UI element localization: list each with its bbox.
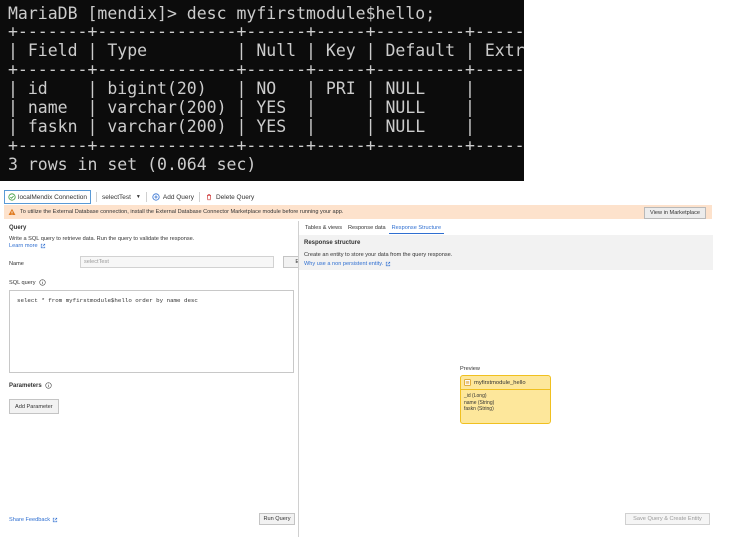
parameters-heading: Parameters (9, 382, 42, 389)
check-circle-icon (8, 193, 16, 201)
terminal-table-border: +-------+--------------+------+-----+---… (8, 136, 524, 155)
terminal-window: MariaDB [mendix]> desc myfirstmodule$hel… (0, 0, 524, 181)
response-tabs: Tables & views Response data Response St… (302, 224, 445, 234)
query-editor-app: localMendix Connection selectTest ▼ Add … (0, 186, 744, 540)
response-structure-description: Create an entity to store your data from… (304, 252, 453, 258)
entity-name: myfirstmodule_hello (474, 379, 526, 386)
entity-icon (464, 379, 471, 386)
tab-response-data[interactable]: Response data (345, 224, 389, 234)
tab-tables-views[interactable]: Tables & views (302, 224, 345, 234)
share-feedback-label: Share Feedback (9, 517, 51, 523)
non-persistent-entity-link[interactable]: Why use a non persistent entity. (304, 261, 391, 267)
info-icon[interactable] (45, 382, 52, 389)
toolbar-divider (145, 192, 147, 202)
run-query-button[interactable]: Run Query (259, 513, 295, 525)
sql-query-label-row: SQL query (9, 279, 46, 286)
external-link-icon (52, 517, 58, 523)
parameters-heading-row: Parameters (9, 382, 52, 389)
query-select-dropdown[interactable]: selectTest ▼ (102, 194, 141, 201)
entity-attribute: faskn (String) (464, 406, 494, 413)
name-field[interactable]: selectTest (80, 256, 274, 268)
entity-attributes: _id (Long) name (String) faskn (String) (461, 390, 550, 413)
share-feedback-link[interactable]: Share Feedback (9, 517, 58, 523)
delete-query-button[interactable]: Delete Query (205, 193, 254, 201)
add-query-label: Add Query (162, 193, 194, 201)
query-description: Write a SQL query to retrieve data. Run … (9, 236, 195, 242)
preview-label: Preview (460, 366, 480, 372)
terminal-table-header: | Field | Type | Null | Key | Default | … (8, 41, 524, 60)
external-link-icon (40, 243, 46, 249)
query-heading: Query (9, 225, 27, 231)
entity-attribute: name (String) (464, 399, 495, 406)
chevron-down-icon: ▼ (135, 194, 141, 200)
toolbar-divider (96, 192, 98, 202)
sql-query-label: SQL query (9, 279, 36, 286)
sql-query-editor[interactable]: select * from myfirstmodule$hello order … (9, 290, 294, 373)
external-link-icon (385, 261, 391, 267)
terminal-result-line: 3 rows in set (0.064 sec) (8, 155, 257, 174)
save-query-create-entity-button[interactable]: Save Query & Create Entity (625, 513, 710, 525)
entity-preview-card: myfirstmodule_hello _id (Long) name (Str… (460, 375, 551, 424)
terminal-table-row: | faskn | varchar(200) | YES | | NULL | … (8, 117, 524, 136)
delete-query-label: Delete Query (215, 193, 255, 201)
add-parameter-button[interactable]: Add Parameter (9, 399, 59, 414)
query-select-value: selectTest (102, 193, 131, 201)
warning-icon (8, 208, 16, 216)
entity-attribute: _id (Long) (464, 393, 487, 399)
warning-text: To utilize the External Database connect… (20, 209, 344, 215)
toolbar-divider (198, 192, 200, 202)
terminal-table-row: | name | varchar(200) | YES | | NULL | | (8, 98, 524, 117)
terminal-table-border: +-------+--------------+------+-----+---… (8, 60, 524, 79)
connection-button[interactable]: localMendix Connection (4, 190, 92, 204)
learn-more-link[interactable]: Learn more (9, 243, 46, 249)
response-pane: Tables & views Response data Response St… (298, 221, 713, 537)
toolbar: localMendix Connection selectTest ▼ Add … (4, 190, 254, 204)
terminal-command-line: MariaDB [mendix]> desc myfirstmodule$hel… (8, 4, 436, 23)
terminal-table-row: | id | bigint(20) | NO | PRI | NULL | | (8, 79, 524, 98)
connection-label: localMendix Connection (18, 193, 88, 201)
plus-circle-icon (152, 193, 160, 201)
entity-header: myfirstmodule_hello (461, 376, 550, 390)
terminal-table-border: +-------+--------------+------+-----+---… (8, 22, 524, 41)
marketplace-warning-banner: To utilize the External Database connect… (4, 205, 712, 219)
trash-icon (205, 193, 213, 201)
query-pane: Query Write a SQL query to retrieve data… (4, 221, 322, 537)
non-persistent-entity-label: Why use a non persistent entity. (304, 261, 384, 267)
view-in-marketplace-button[interactable]: View in Marketplace (644, 207, 706, 219)
tab-response-structure[interactable]: Response Structure (388, 224, 445, 234)
response-structure-heading: Response structure (304, 240, 361, 246)
add-query-button[interactable]: Add Query (152, 193, 194, 201)
info-icon[interactable] (38, 279, 46, 286)
learn-more-label: Learn more (9, 243, 38, 249)
name-label: Name (9, 261, 24, 267)
